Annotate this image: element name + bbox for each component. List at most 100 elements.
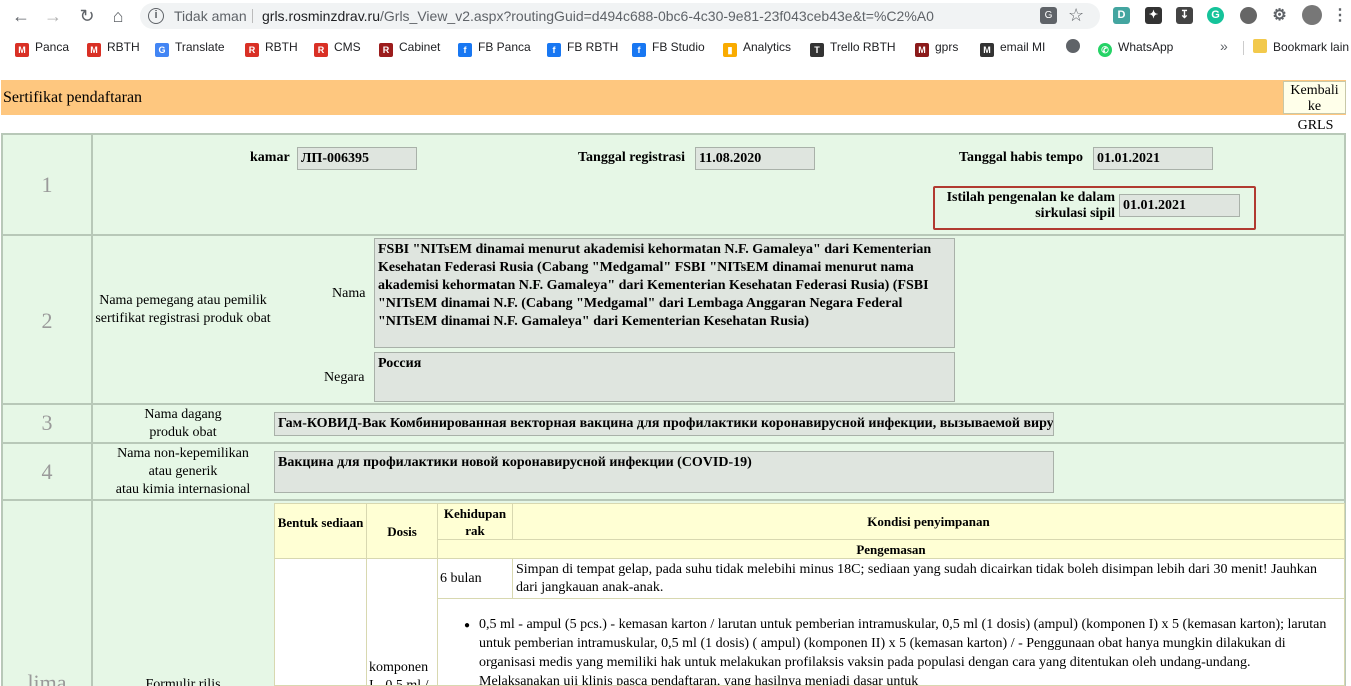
cabinet-icon: R: [379, 43, 393, 57]
bookmark-rbth[interactable]: R RBTH: [245, 39, 298, 57]
bookmark-cabinet[interactable]: R Cabinet: [379, 39, 440, 57]
bookmarks-divider: [1243, 41, 1244, 55]
address-bar[interactable]: i Tidak aman grls.rosminzdrav.ru/Grls_Vi…: [140, 3, 1100, 29]
trade-name-field: Гам-КОВИД-Вак Комбинированная векторная …: [274, 412, 1054, 436]
release-form-label: Formulir rilis: [145, 677, 221, 686]
storage-cell: Simpan di tempat gelap, pada suhu tidak …: [512, 558, 1345, 599]
generic-name-field: Вакцина для профилактики новой коронавир…: [274, 451, 1054, 493]
back-label-2: ke: [1307, 99, 1322, 114]
intro-circulation-label-2: sirkulasi sipil: [1035, 206, 1115, 221]
country-field: Россия: [374, 352, 955, 402]
trello-icon: T: [810, 43, 824, 57]
registration-date-field: 11.08.2020: [695, 147, 815, 170]
more-bookmarks-icon[interactable]: »: [1220, 38, 1228, 54]
page-title: Sertifikat pendaftaran: [3, 89, 143, 106]
bookmark-panca[interactable]: M Panca: [15, 39, 69, 57]
extension-download-icon[interactable]: ↧: [1176, 7, 1193, 24]
trade-name-label: Nama dagang produk obat: [93, 406, 273, 442]
gmail-icon: M: [87, 43, 101, 57]
home-icon[interactable]: ⌂: [107, 6, 129, 26]
facebook-icon: f: [632, 43, 646, 57]
bookmark-analytics[interactable]: ▮ Analytics: [723, 39, 791, 57]
col-packaging: Pengemasan: [437, 539, 1345, 559]
page-header: Sertifikat pendaftaran: [1, 80, 1346, 115]
holder-name-field: FSBI "NITsEM dinamai menurut akademisi k…: [374, 238, 955, 348]
bookmark-gprs[interactable]: Mgprs: [915, 39, 958, 57]
menu-kebab-icon[interactable]: ⋮: [1332, 7, 1348, 24]
row-number-5: lima: [27, 670, 67, 686]
expiry-date-field: 01.01.2021: [1093, 147, 1213, 170]
row-number-2: 2: [41, 308, 53, 333]
col-shelf-life: Kehidupan rak: [437, 503, 513, 540]
browser-toolbar: ← → ↻ ⌂ i Tidak aman grls.rosminzdrav.ru…: [0, 0, 1351, 33]
bookmark-other-folder[interactable]: Bookmark lain: [1253, 39, 1349, 55]
whatsapp-icon: ✆: [1098, 43, 1112, 57]
generic-name-label-2: atau generik: [148, 464, 218, 479]
generic-name-label-1: Nama non-kepemilikan: [117, 446, 249, 461]
extension-feather-icon[interactable]: ✦: [1145, 7, 1162, 24]
grammarly-icon[interactable]: G: [1207, 7, 1224, 24]
forward-arrow-icon[interactable]: →: [42, 6, 64, 26]
bookmark-globe[interactable]: [1066, 39, 1086, 55]
gmail-icon: M: [15, 43, 29, 57]
extension-circle-icon[interactable]: [1240, 7, 1257, 24]
bookmark-whatsapp[interactable]: ✆ WhatsApp: [1098, 39, 1173, 57]
intro-circulation-field: 01.01.2021: [1119, 194, 1240, 217]
profile-avatar[interactable]: [1302, 5, 1322, 25]
mi-icon: M: [980, 43, 994, 57]
reload-icon[interactable]: ↻: [76, 6, 98, 26]
kamar-field: ЛП-006395: [297, 147, 417, 170]
generic-name-label-3: atau kimia internasional: [115, 482, 251, 497]
back-label-1: Kembali: [1290, 83, 1339, 98]
bullet-icon: ●: [464, 620, 471, 631]
rbth-icon: R: [314, 43, 328, 57]
row-number-3: 3: [41, 410, 53, 435]
bookmark-email-mi[interactable]: Memail MI: [980, 39, 1045, 57]
bookmarks-bar: M Panca M RBTH G Translate R RBTH R CMS R Cabi…: [0, 33, 1351, 61]
col-dosage-form: Bentuk sediaan: [274, 503, 367, 559]
holder-section-label: Nama pemegang atau pemilik sertifikat re…: [95, 293, 271, 326]
col-dose: Dosis: [366, 503, 438, 559]
col-storage-conditions: Kondisi penyimpanan: [512, 503, 1345, 540]
registration-date-label: Tanggal registrasi: [578, 150, 685, 165]
url-text[interactable]: grls.rosminzdrav.ru/Grls_View_v2.aspx?ro…: [262, 8, 934, 24]
packaging-item: 0,5 ml - ampul (5 pcs.) - kemasan karton…: [479, 617, 1327, 686]
bookmark-star-icon[interactable]: ☆: [1068, 5, 1084, 26]
analytics-icon: ▮: [723, 43, 737, 57]
globe-icon: [1066, 39, 1080, 53]
dosage-form-cell: [274, 558, 367, 686]
extension-d-icon[interactable]: D: [1113, 7, 1130, 24]
shelf-life-cell: 6 bulan: [437, 558, 513, 599]
back-arrow-icon[interactable]: ←: [10, 6, 32, 26]
url-host: grls.rosminzdrav.ru: [262, 8, 380, 24]
bookmark-translate[interactable]: G Translate: [155, 39, 225, 57]
facebook-icon: f: [458, 43, 472, 57]
row-5-number-cell: [3, 501, 91, 686]
bookmark-fb-panca[interactable]: f FB Panca: [458, 39, 531, 57]
trade-name-label-1: Nama dagang: [144, 407, 222, 422]
translate-page-icon[interactable]: G: [1040, 7, 1057, 24]
url-path: /Grls_View_v2.aspx?routingGuid=d494c688-…: [380, 8, 934, 24]
country-label: Negara: [324, 370, 365, 385]
security-label[interactable]: Tidak aman: [174, 8, 247, 24]
facebook-icon: f: [547, 43, 561, 57]
back-label-3: GRLS: [1284, 118, 1347, 134]
generic-name-label: Nama non-kepemilikan atau generik atau k…: [93, 445, 273, 499]
bookmark-fb-rbth[interactable]: f FB RBTH: [547, 39, 618, 57]
intro-circulation-label-1: Istilah pengenalan ke dalam: [946, 190, 1115, 205]
bookmark-cms[interactable]: R CMS: [314, 39, 361, 57]
bookmark-fb-studio[interactable]: f FB Studio: [632, 39, 705, 57]
row-number-4: 4: [41, 459, 53, 484]
extensions-puzzle-icon[interactable]: ⚙: [1271, 7, 1288, 24]
intro-circulation-label: Istilah pengenalan ke dalam sirkulasi si…: [938, 190, 1115, 222]
rbth-icon: R: [245, 43, 259, 57]
bookmark-rbth-mail[interactable]: M RBTH: [87, 39, 140, 57]
back-to-grls-button[interactable]: Kembali ke GRLS: [1283, 81, 1347, 134]
folder-icon: [1253, 39, 1267, 53]
expiry-date-label: Tanggal habis tempo: [959, 150, 1083, 165]
trade-name-label-2: produk obat: [149, 425, 217, 440]
info-icon[interactable]: i: [148, 8, 164, 24]
bookmark-trello-rbth[interactable]: T Trello RBTH: [810, 39, 896, 57]
gprs-icon: M: [915, 43, 929, 57]
dose-cell: komponen I - 0,5 ml / dosis: [366, 558, 438, 686]
